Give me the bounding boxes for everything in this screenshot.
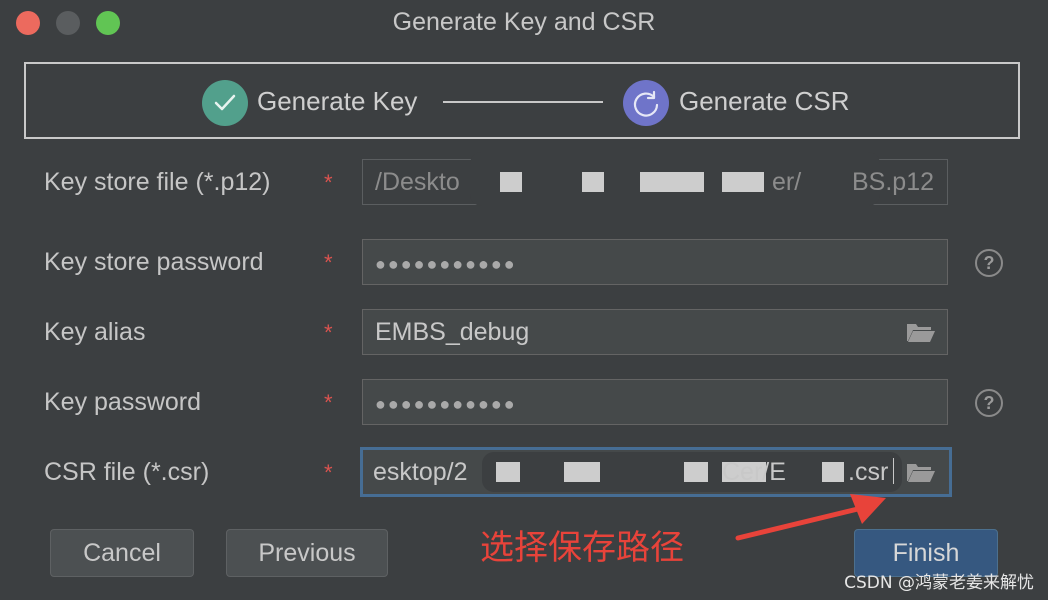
window-title: Generate Key and CSR <box>392 8 656 36</box>
wizard-stepper: Generate Key Generate CSR <box>24 62 1020 139</box>
annotation-arrow-icon <box>735 494 886 541</box>
key-store-file-value-middle: er/ <box>772 168 802 196</box>
help-icon[interactable]: ? <box>975 249 1003 277</box>
cancel-button[interactable]: Cancel <box>50 529 194 577</box>
spinner-icon <box>623 80 669 126</box>
step-generate-key: Generate Key <box>257 86 418 116</box>
required-marker: * <box>324 320 333 345</box>
key-alias-field[interactable]: EMBS_debug <box>362 309 948 355</box>
key-store-password-label: Key store password <box>44 248 264 276</box>
watermark: CSDN @鸿蒙老姜来解忧 <box>844 573 1034 593</box>
annotation-text: 选择保存路径 <box>480 528 684 568</box>
required-marker: * <box>324 390 333 415</box>
checkmark-icon <box>202 80 248 126</box>
key-store-file-value-start: /Deskto <box>375 168 460 196</box>
password-mask: ●●●●●●●●●●● <box>375 394 517 414</box>
folder-open-icon[interactable] <box>906 321 936 343</box>
folder-open-icon[interactable] <box>906 461 936 483</box>
required-marker: * <box>324 170 333 195</box>
required-marker: * <box>324 460 333 485</box>
previous-button[interactable]: Previous <box>226 529 388 577</box>
step-generate-csr: Generate CSR <box>679 86 850 116</box>
password-mask: ●●●●●●●●●●● <box>375 254 517 274</box>
key-store-file-value-end: BS.p12 <box>852 168 935 196</box>
key-store-file-label: Key store file (*.p12) <box>44 168 271 196</box>
step-connector <box>443 101 603 103</box>
title-bar: Generate Key and CSR <box>0 0 1048 46</box>
key-password-field[interactable]: ●●●●●●●●●●● <box>362 379 948 425</box>
key-alias-value: EMBS_debug <box>375 318 530 346</box>
csr-file-value-start: esktop/2 <box>373 458 468 486</box>
key-alias-label: Key alias <box>44 318 146 346</box>
csr-file-label: CSR file (*.csr) <box>44 458 210 486</box>
help-icon[interactable]: ? <box>975 389 1003 417</box>
key-store-password-field[interactable]: ●●●●●●●●●●● <box>362 239 948 285</box>
required-marker: * <box>324 250 333 275</box>
key-password-label: Key password <box>44 388 202 416</box>
